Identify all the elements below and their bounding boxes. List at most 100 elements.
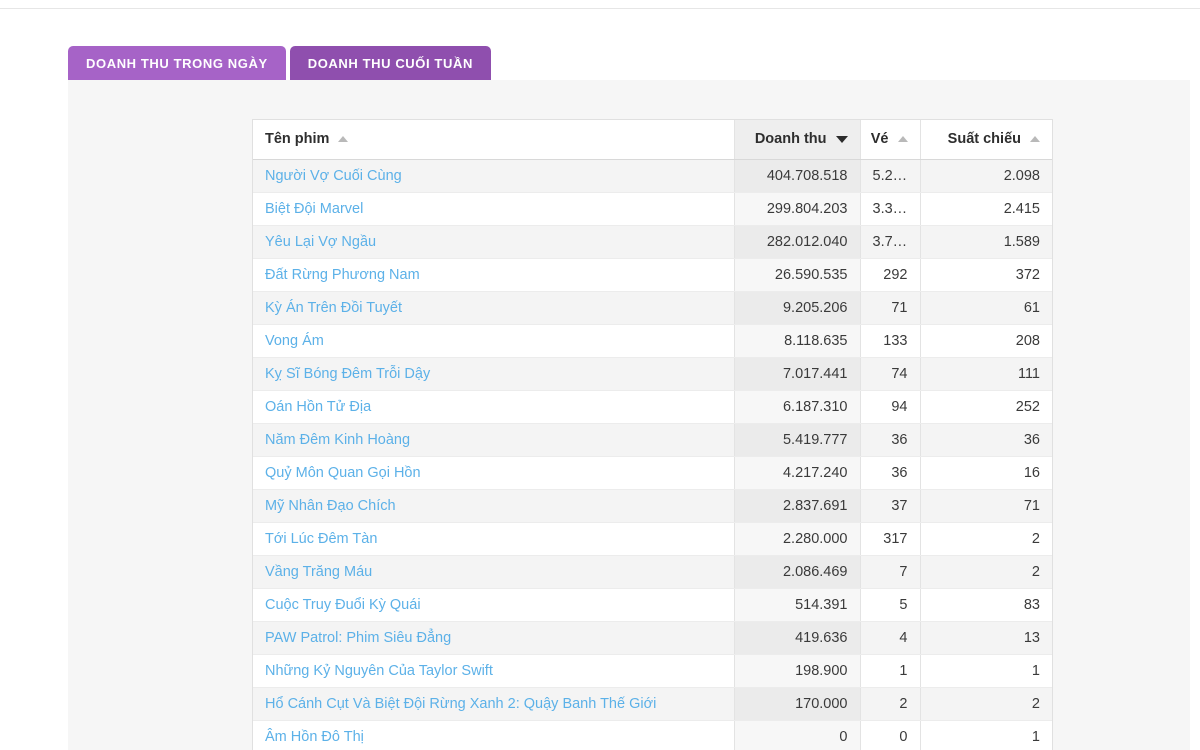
caret-down-icon[interactable] [835,135,848,143]
cell-film-name: Năm Đêm Kinh Hoàng [253,423,735,457]
table-row: Đất Rừng Phương Nam 26.590.535 292 372 [253,258,1052,292]
cell-revenue: 2.837.691 [734,489,861,523]
cell-film-name: Vầng Trăng Máu [253,555,735,589]
cell-film-name: Người Vợ Cuối Cùng [253,159,735,193]
cell-film-name: Vong Ám [253,324,735,358]
table-row: Vong Ám 8.118.635 133 208 [253,324,1052,358]
table-header: Tên phim Doanh thu Vé Suất chiếu [253,120,1052,160]
cell-showtimes: 2 [920,687,1052,721]
table-body: Người Vợ Cuối Cùng 404.708.518 5.222 2.098 B… [253,159,1052,750]
cell-tickets: 2 [860,687,921,721]
film-link[interactable]: Năm Đêm Kinh Hoàng [265,432,410,448]
film-link[interactable]: Người Vợ Cuối Cùng [265,168,402,184]
table-row: Quỷ Môn Quan Gọi Hồn 4.217.240 36 16 [253,456,1052,490]
table-row: Năm Đêm Kinh Hoàng 5.419.777 36 36 [253,423,1052,457]
cell-revenue: 26.590.535 [734,258,861,292]
cell-revenue: 0 [734,720,861,750]
table-row: Mỹ Nhân Đạo Chích 2.837.691 37 71 [253,489,1052,523]
revenue-table-container: Tên phim Doanh thu Vé Suất chiếu Người V… [253,120,1052,750]
cell-tickets: 74 [860,357,921,391]
cell-tickets: 3.780 [860,225,921,259]
caret-up-icon[interactable] [1030,136,1040,143]
film-link[interactable]: Quỷ Môn Quan Gọi Hồn [265,465,421,481]
film-link[interactable]: Vong Ám [265,333,324,349]
tab-doanh-thu-trong-ngay[interactable]: DOANH THU TRONG NGÀY [68,46,286,80]
cell-revenue: 7.017.441 [734,357,861,391]
column-header-ten-phim[interactable]: Tên phim [253,120,735,160]
cell-film-name: Cuộc Truy Đuổi Kỳ Quái [253,588,735,622]
cell-tickets: 36 [860,456,921,490]
cell-revenue: 299.804.203 [734,192,861,226]
revenue-table: Tên phim Doanh thu Vé Suất chiếu Người V… [253,120,1052,750]
cell-revenue: 9.205.206 [734,291,861,325]
cell-revenue: 2.280.000 [734,522,861,556]
column-header-doanh-thu[interactable]: Doanh thu [734,120,861,160]
cell-showtimes: 2.098 [920,159,1052,193]
film-link[interactable]: Kỳ Án Trên Đồi Tuyết [265,300,402,316]
table-row: Hổ Cánh Cụt Và Biệt Đội Rừng Xanh 2: Quậ… [253,687,1052,721]
cell-tickets: 317 [860,522,921,556]
film-link[interactable]: Mỹ Nhân Đạo Chích [265,498,396,514]
film-link[interactable]: Yêu Lại Vợ Ngầu [265,234,376,250]
cell-film-name: Yêu Lại Vợ Ngầu [253,225,735,259]
cell-revenue: 282.012.040 [734,225,861,259]
cell-tickets: 7 [860,555,921,589]
tab-doanh-thu-cuoi-tuan[interactable]: DOANH THU CUỐI TUẦN [289,46,491,80]
table-row: Kỳ Án Trên Đồi Tuyết 9.205.206 71 61 [253,291,1052,325]
cell-revenue: 8.118.635 [734,324,861,358]
cell-tickets: 5.222 [860,159,921,193]
cell-film-name: Âm Hồn Đô Thị [253,720,735,750]
cell-showtimes: 13 [920,621,1052,655]
table-row: Oán Hồn Tử Địa 6.187.310 94 252 [253,390,1052,424]
film-link[interactable]: Oán Hồn Tử Địa [265,399,371,415]
film-link[interactable]: Biệt Đội Marvel [265,201,363,217]
cell-showtimes: 372 [920,258,1052,292]
cell-revenue: 514.391 [734,588,861,622]
cell-showtimes: 36 [920,423,1052,457]
cell-revenue: 5.419.777 [734,423,861,457]
film-link[interactable]: Cuộc Truy Đuổi Kỳ Quái [265,597,421,613]
table-row: PAW Patrol: Phim Siêu Đẳng 419.636 4 13 [253,621,1052,655]
cell-tickets: 292 [860,258,921,292]
page-root: DOANH THU TRONG NGÀY DOANH THU CUỐI TUẦN… [0,0,1200,750]
film-link[interactable]: PAW Patrol: Phim Siêu Đẳng [265,630,451,646]
cell-tickets: 0 [860,720,921,750]
cell-tickets: 37 [860,489,921,523]
film-link[interactable]: Kỵ Sĩ Bóng Đêm Trỗi Dậy [265,366,430,382]
column-header-ve[interactable]: Vé [860,120,921,160]
cell-showtimes: 208 [920,324,1052,358]
caret-up-icon[interactable] [897,136,908,143]
film-link[interactable]: Âm Hồn Đô Thị [265,729,364,745]
cell-tickets: 5 [860,588,921,622]
cell-film-name: Kỵ Sĩ Bóng Đêm Trỗi Dậy [253,357,735,391]
column-label-ve: Vé [870,131,889,148]
cell-film-name: Mỹ Nhân Đạo Chích [253,489,735,523]
cell-showtimes: 1.589 [920,225,1052,259]
table-header-row: Tên phim Doanh thu Vé Suất chiếu [253,120,1052,160]
cell-film-name: Quỷ Môn Quan Gọi Hồn [253,456,735,490]
caret-up-icon[interactable] [338,136,349,143]
cell-showtimes: 1 [920,654,1052,688]
cell-showtimes: 61 [920,291,1052,325]
film-link[interactable]: Hổ Cánh Cụt Và Biệt Đội Rừng Xanh 2: Quậ… [265,696,656,712]
top-divider [0,8,1200,9]
film-link[interactable]: Những Kỷ Nguyên Của Taylor Swift [265,663,493,679]
film-link[interactable]: Vầng Trăng Máu [265,564,372,580]
column-header-suat-chieu[interactable]: Suất chiếu [920,120,1052,160]
cell-film-name: Biệt Đội Marvel [253,192,735,226]
column-label-ten-phim: Tên phim [265,131,330,148]
cell-tickets: 3.313 [860,192,921,226]
cell-film-name: Đất Rừng Phương Nam [253,258,735,292]
cell-film-name: Hổ Cánh Cụt Và Biệt Đội Rừng Xanh 2: Quậ… [253,687,735,721]
table-row: Biệt Đội Marvel 299.804.203 3.313 2.415 [253,192,1052,226]
revenue-tabs: DOANH THU TRONG NGÀY DOANH THU CUỐI TUẦN [68,46,491,80]
table-row: Yêu Lại Vợ Ngầu 282.012.040 3.780 1.589 [253,225,1052,259]
film-link[interactable]: Đất Rừng Phương Nam [265,267,420,283]
cell-revenue: 404.708.518 [734,159,861,193]
cell-revenue: 6.187.310 [734,390,861,424]
film-link[interactable]: Tới Lúc Đêm Tàn [265,531,377,547]
cell-revenue: 2.086.469 [734,555,861,589]
cell-showtimes: 111 [920,357,1052,391]
cell-tickets: 71 [860,291,921,325]
table-row: Âm Hồn Đô Thị 0 0 1 [253,720,1052,750]
